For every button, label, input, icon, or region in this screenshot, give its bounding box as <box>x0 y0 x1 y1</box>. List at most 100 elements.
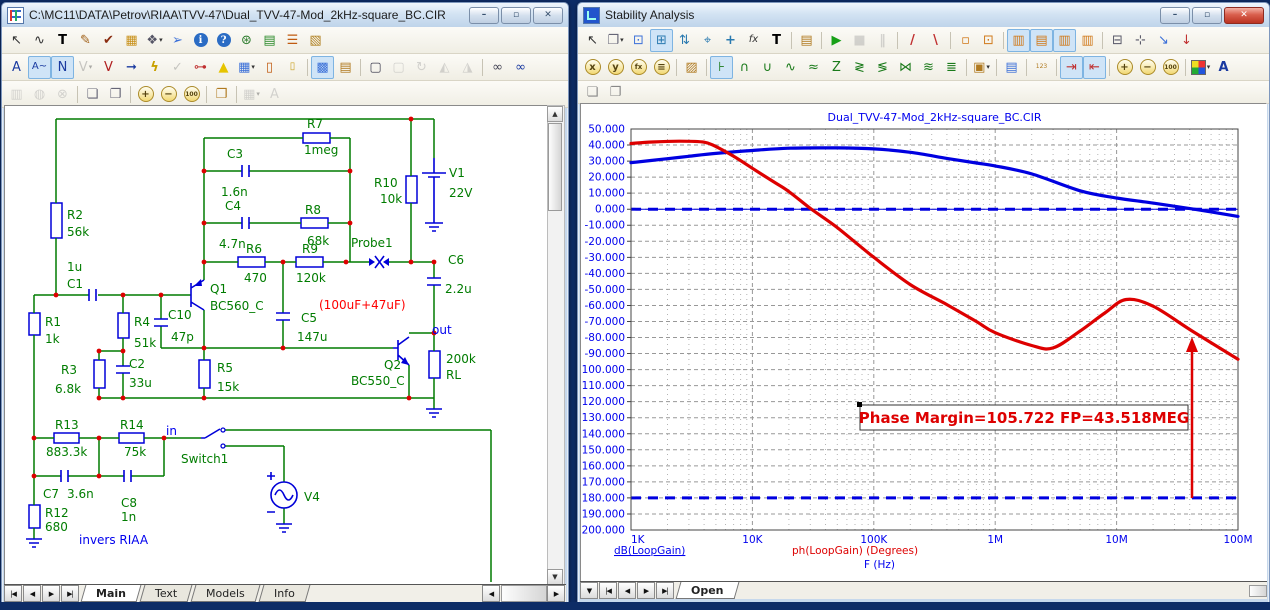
flip-vertical-icon[interactable]: ◭ <box>433 56 456 79</box>
graphics-mode-icon[interactable]: ✎ <box>74 29 97 52</box>
attribute-value-icon[interactable]: A~ <box>28 56 51 79</box>
minimize-button[interactable]: – <box>469 7 499 24</box>
cursor-global-low-icon[interactable]: ≶ <box>871 56 894 79</box>
minimize-button[interactable]: – <box>1160 7 1190 24</box>
hscroll-right-button[interactable]: ▶ <box>547 585 565 602</box>
analysis-titlebar[interactable]: Stability Analysis – ▫ ✕ <box>578 3 1269 27</box>
prev-page-button[interactable]: ◀ <box>23 585 41 602</box>
bring-front-icon[interactable]: ❏ <box>81 83 104 106</box>
edit-limits-icon[interactable]: ▨ <box>680 56 703 79</box>
flag-mode-icon[interactable]: ✔ <box>97 29 120 52</box>
step-into-icon[interactable]: ◍ <box>28 83 51 106</box>
font-icon[interactable]: A <box>263 83 286 106</box>
cross-hatch-icon[interactable]: ▩ <box>311 56 334 79</box>
negative-slope-icon[interactable]: \ <box>924 29 947 52</box>
next-page-button[interactable]: ▶ <box>42 585 60 602</box>
fly-wire-icon[interactable]: ➢ <box>166 29 189 52</box>
zoom-in-icon[interactable]: + <box>1113 56 1136 79</box>
close-button[interactable]: ✕ <box>1224 7 1264 24</box>
axes-menu-icon[interactable]: ≡ <box>650 56 673 79</box>
file-link-icon[interactable]: ▤ <box>258 29 281 52</box>
cursor-envelope-bottom-icon[interactable]: ≣ <box>940 56 963 79</box>
rotate-icon[interactable]: ↻ <box>410 56 433 79</box>
pattern-grid-icon[interactable]: ▦▾ <box>240 83 263 106</box>
vscroll-thumb[interactable] <box>548 123 562 211</box>
curve-arrow-icon[interactable]: ↓ <box>1175 29 1198 52</box>
grid-toggle-icon[interactable]: ▦▾ <box>235 56 258 79</box>
color-palette-icon[interactable]: ▾ <box>1189 56 1212 79</box>
hscroll-thumb[interactable] <box>501 585 547 602</box>
send-back-icon[interactable]: ❐ <box>104 83 127 106</box>
tab-open[interactable]: Open <box>676 582 739 599</box>
fx-axis-icon[interactable]: fx <box>627 56 650 79</box>
zoom-out-icon[interactable]: − <box>157 83 180 106</box>
token-box-icon[interactable]: ⊡ <box>977 29 1000 52</box>
zoom-select-icon[interactable]: ⊡ <box>627 29 650 52</box>
schematic-vscrollbar[interactable]: ▲ ▼ <box>547 105 565 586</box>
last-page-button[interactable]: ▶| <box>656 582 674 599</box>
attribute-text-icon[interactable]: A <box>5 56 28 79</box>
find-icon[interactable]: ∞ <box>509 56 532 79</box>
formula-text-icon[interactable]: fx <box>742 29 765 52</box>
point-tag-icon[interactable]: + <box>719 29 742 52</box>
clipboard-icon[interactable]: ▣▾ <box>970 56 993 79</box>
plot-pane-2-icon[interactable]: ▤ <box>1030 29 1053 52</box>
node-numbers-icon[interactable]: N <box>51 56 74 79</box>
y-axis-icon[interactable]: y <box>604 56 627 79</box>
page-flip-icon[interactable]: ❐ <box>210 83 233 106</box>
web-info-icon[interactable]: ⊛ <box>235 29 258 52</box>
restore-button[interactable]: ▫ <box>501 7 531 24</box>
cursor-high-icon[interactable]: ∿ <box>779 56 802 79</box>
sheet-border-icon[interactable]: ▯ <box>281 56 304 79</box>
tab-info[interactable]: Info <box>259 585 311 602</box>
text-mode-icon[interactable]: T <box>51 29 74 52</box>
pause-button[interactable]: ‖ <box>871 29 894 52</box>
cursor-inflection-icon[interactable]: Z <box>825 56 848 79</box>
cursor-left-branch-icon[interactable]: ⇥ <box>1060 56 1083 79</box>
cursor-next-icon[interactable]: ⊦ <box>710 56 733 79</box>
cursor-envelope-top-icon[interactable]: ≋ <box>917 56 940 79</box>
info-page-icon[interactable]: ▥ <box>5 83 28 106</box>
cursor-low-icon[interactable]: ≈ <box>802 56 825 79</box>
shape-menu-icon[interactable]: ❖▾ <box>143 29 166 52</box>
tab-models[interactable]: Models <box>191 585 261 602</box>
info-mode-icon[interactable]: i <box>189 29 212 52</box>
slope-marker-icon[interactable]: ▲ <box>212 56 235 79</box>
legend-ph[interactable]: ph(LoopGain) (Degrees) <box>792 545 918 557</box>
tab-main[interactable]: Main <box>81 585 142 602</box>
prev-page-button[interactable]: ◀ <box>618 582 636 599</box>
exp-curve-icon[interactable]: ↘ <box>1152 29 1175 52</box>
hscroll-left-button[interactable]: ◀ <box>482 585 500 602</box>
next-page-button[interactable]: ▶ <box>637 582 655 599</box>
help-mode-icon[interactable]: ? <box>212 29 235 52</box>
scale-mode-icon[interactable]: ⊞ <box>650 29 673 52</box>
copy-to-back-icon[interactable]: ❐ <box>604 81 627 104</box>
cursor-valley-icon[interactable]: ∪ <box>756 56 779 79</box>
legend-db[interactable]: dB(LoopGain) <box>614 545 685 557</box>
condition-display-icon[interactable]: ✓ <box>166 56 189 79</box>
wire-mode-icon[interactable]: ∿ <box>28 29 51 52</box>
deselect-area-icon[interactable]: ▢ <box>387 56 410 79</box>
horizontal-split-icon[interactable]: ⊟ <box>1106 29 1129 52</box>
positive-slope-icon[interactable]: / <box>901 29 924 52</box>
run-button[interactable]: ▶ <box>825 29 848 52</box>
find-wave-icon[interactable]: ∞ <box>486 56 509 79</box>
pages-dropdown-button[interactable]: ▼ <box>580 582 598 599</box>
x-axis-icon[interactable]: x <box>581 56 604 79</box>
plot-pane-4-icon[interactable]: ▥ <box>1076 29 1099 52</box>
cursor-right-branch-icon[interactable]: ⇤ <box>1083 56 1106 79</box>
zoom-100-icon[interactable]: 100 <box>180 83 203 106</box>
pan-mode-icon[interactable]: ⇅ <box>673 29 696 52</box>
schematic-canvas[interactable]: R71megC31.6nC44.7nR868kR6470R9120kR256kR… <box>4 105 549 586</box>
zoom-100-icon[interactable]: 100 <box>1159 56 1182 79</box>
clear-search-icon[interactable]: ⊗ <box>51 83 74 106</box>
zoom-out-icon[interactable]: − <box>1136 56 1159 79</box>
analysis-plot[interactable]: 50.00040.00030.00020.00010.0000.000-10.0… <box>580 103 1267 583</box>
pin-connections-icon[interactable]: ⊶ <box>189 56 212 79</box>
title-block-icon[interactable]: ▯ <box>258 56 281 79</box>
data-points-box-icon[interactable]: ▫ <box>954 29 977 52</box>
numeric-output-icon[interactable]: ▤ <box>1000 56 1023 79</box>
scroll-down-button[interactable]: ▼ <box>547 569 563 585</box>
first-page-button[interactable]: |◀ <box>4 585 22 602</box>
cursor-mode-icon[interactable]: ⌖ <box>696 29 719 52</box>
